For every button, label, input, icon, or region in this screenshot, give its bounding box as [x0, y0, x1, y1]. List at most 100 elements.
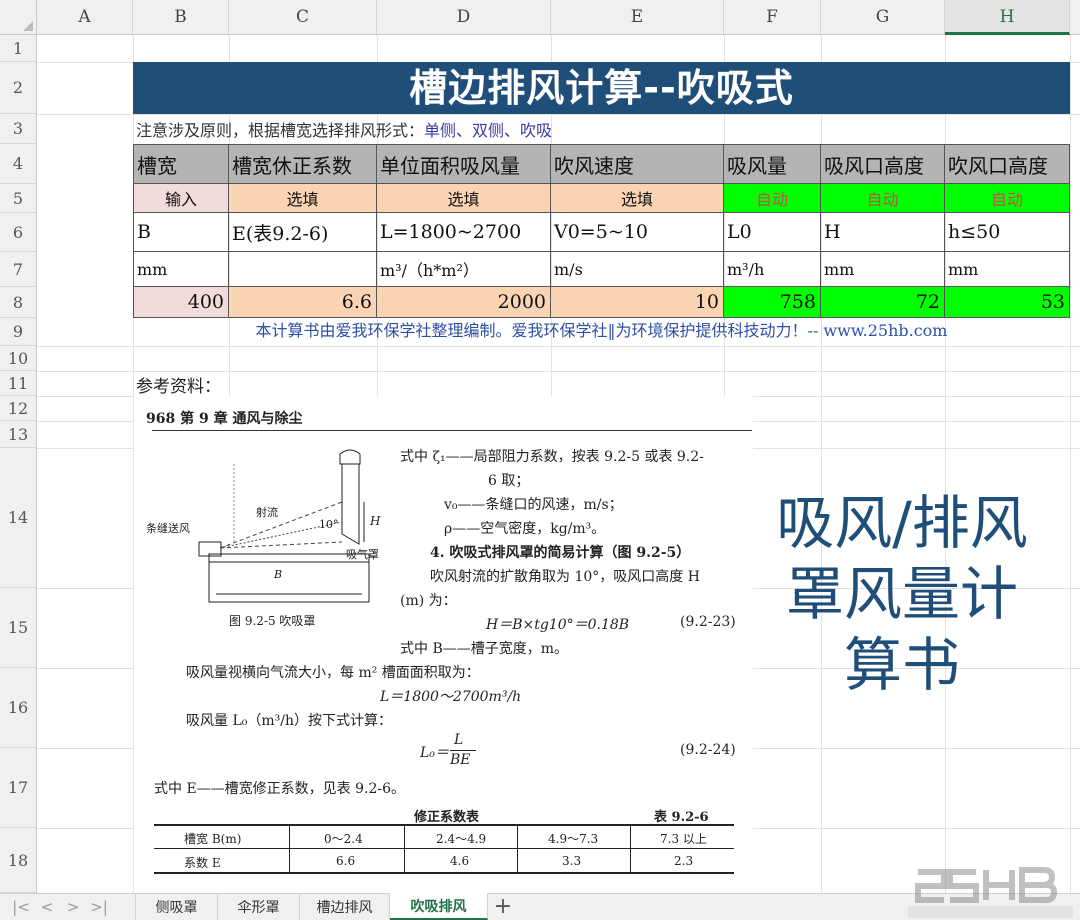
header-cell-suction-height[interactable]: 吸风口高度: [821, 145, 945, 184]
row-header-2[interactable]: 2: [0, 62, 37, 114]
column-header-b[interactable]: B: [133, 0, 229, 35]
value-cell-blow-speed[interactable]: 10: [551, 287, 724, 318]
row-header-17[interactable]: 17: [0, 748, 37, 828]
value-cell-suction-volume[interactable]: 758: [724, 287, 821, 318]
mode-cell-optional[interactable]: 选填: [377, 184, 551, 213]
ref-page-header: 968 第 9 章 通风与除尘: [146, 411, 303, 427]
add-sheet-icon[interactable]: +: [488, 893, 518, 920]
sheet-tab-umbrella-hood[interactable]: 伞形罩: [218, 893, 300, 920]
ref-table-cell: 7.3 以上: [660, 832, 707, 846]
gridline: [37, 346, 1080, 347]
row-header-3[interactable]: 3: [0, 114, 37, 144]
header-cell-unit-suction[interactable]: 单位面积吸风量: [377, 145, 551, 184]
reference-image[interactable]: 968 第 9 章 通风与除尘 条缝送风 射流 10° H 吸气罩 B 图 9.…: [133, 396, 753, 893]
row-header-1[interactable]: 1: [0, 35, 37, 62]
watermark-logo-icon: [908, 867, 1073, 918]
unit-cell[interactable]: mm: [821, 252, 945, 287]
symbol-cell[interactable]: V0=5~10: [551, 213, 724, 252]
last-sheet-icon[interactable]: >|: [88, 893, 110, 920]
ref-line: 式中 E——槽宽修正系数，见表 9.2-6。: [154, 781, 406, 797]
first-sheet-icon[interactable]: |<: [10, 893, 32, 920]
header-cell-suction-volume[interactable]: 吸风量: [724, 145, 821, 184]
mode-cell-optional[interactable]: 选填: [229, 184, 377, 213]
column-header-f[interactable]: F: [724, 0, 821, 35]
unit-cell[interactable]: mm: [945, 252, 1070, 287]
ref-table-rule: [630, 824, 631, 872]
header-cell-blow-height[interactable]: 吹风口高度: [945, 145, 1070, 184]
credit-line[interactable]: 本计算书由爱我环保学社整理编制。爱我环保学社‖为环境保护提供科技动力！-- ww…: [133, 318, 1070, 344]
row-header-5[interactable]: 5: [0, 184, 37, 213]
ref-equation-lhs: L₀＝: [420, 745, 449, 761]
unit-cell[interactable]: m³/（h*m²）: [377, 252, 551, 287]
value-cell-blow-height[interactable]: 53: [945, 287, 1070, 318]
row-header-14[interactable]: 14: [0, 448, 37, 588]
column-header-c[interactable]: C: [229, 0, 377, 35]
unit-cell[interactable]: m/s: [551, 252, 724, 287]
row-header-13[interactable]: 13: [0, 421, 37, 448]
ref-line: 4. 吹吸式排风罩的简易计算（图 9.2-5）: [430, 545, 691, 561]
row-header-11[interactable]: 11: [0, 371, 37, 396]
big-title-text[interactable]: 吸风/排风 罩风量计 算书: [752, 488, 1052, 701]
value-cell-suction-height[interactable]: 72: [821, 287, 945, 318]
value-cell-unit-suction[interactable]: 2000: [377, 287, 551, 318]
row-header-8[interactable]: 8: [0, 287, 37, 318]
column-header-e[interactable]: E: [551, 0, 724, 35]
mode-cell-auto[interactable]: 自动: [724, 184, 821, 213]
references-label[interactable]: 参考资料：: [136, 372, 221, 397]
column-header-d[interactable]: D: [377, 0, 551, 35]
sheet-tab-side-hood[interactable]: 侧吸罩: [135, 893, 218, 920]
note-options: 单侧、双侧、吹吸: [424, 121, 553, 140]
row-header-4[interactable]: 4: [0, 144, 37, 184]
sheet-tab-slot-exhaust[interactable]: 槽边排风: [300, 893, 390, 920]
header-cell-correction[interactable]: 槽宽休正系数: [229, 145, 377, 184]
mode-cell-auto[interactable]: 自动: [821, 184, 945, 213]
row-header-12[interactable]: 12: [0, 396, 37, 421]
symbol-cell[interactable]: h≤50: [945, 213, 1070, 252]
ref-header-rule: [152, 430, 752, 431]
symbol-cell[interactable]: L0: [724, 213, 821, 252]
ref-table-cell: 4.9～7.3: [548, 832, 599, 846]
row-header-10[interactable]: 10: [0, 346, 37, 371]
sheet-title[interactable]: 槽边排风计算--吹吸式: [133, 62, 1070, 114]
ref-table-cell: 0～2.4: [324, 832, 363, 846]
mode-cell-auto[interactable]: 自动: [945, 184, 1070, 213]
select-all-corner[interactable]: [0, 0, 37, 35]
ref-table-number: 表 9.2-6: [654, 810, 709, 825]
mode-cell-input[interactable]: 输入: [134, 184, 229, 213]
header-cell-blow-speed[interactable]: 吹风速度: [551, 145, 724, 184]
row-header-9[interactable]: 9: [0, 318, 37, 346]
row-header-7[interactable]: 7: [0, 252, 37, 287]
row-header-15[interactable]: 15: [0, 588, 37, 668]
column-header-g[interactable]: G: [821, 0, 945, 35]
fig-label-angle: 10°: [319, 518, 339, 531]
symbol-cell[interactable]: B: [134, 213, 229, 252]
unit-cell[interactable]: [229, 252, 377, 287]
fig-label-hood: 吸气罩: [346, 548, 379, 561]
header-cell-width[interactable]: 槽宽: [134, 145, 229, 184]
row-header-16[interactable]: 16: [0, 668, 37, 748]
symbol-cell[interactable]: H: [821, 213, 945, 252]
symbol-cell[interactable]: E(表9.2-6): [229, 213, 377, 252]
value-cell-width[interactable]: 400: [134, 287, 229, 318]
column-header-h[interactable]: H: [945, 0, 1070, 35]
ref-line: (m) 为：: [400, 593, 457, 609]
ref-equation: L＝1800～2700m³/h: [380, 689, 522, 705]
row-header-18[interactable]: 18: [0, 828, 37, 893]
ref-line: 6 取；: [488, 473, 530, 489]
unit-cell[interactable]: m³/h: [724, 252, 821, 287]
mode-cell-optional[interactable]: 选填: [551, 184, 724, 213]
prev-sheet-icon[interactable]: <: [36, 893, 58, 920]
big-title-line: 罩风量计: [785, 560, 1018, 628]
big-title-line: 算书: [843, 631, 960, 699]
value-cell-correction[interactable]: 6.6: [229, 287, 377, 318]
design-note[interactable]: 注意涉及原则，根据槽宽选择排风形式：单侧、双侧、吹吸: [136, 118, 552, 144]
row-header-6[interactable]: 6: [0, 213, 37, 252]
column-header-a[interactable]: A: [37, 0, 133, 35]
fig-caption: 图 9.2-5 吹吸罩: [229, 614, 316, 628]
unit-cell[interactable]: mm: [134, 252, 229, 287]
symbol-cell[interactable]: L=1800~2700: [377, 213, 551, 252]
next-sheet-icon[interactable]: >: [62, 893, 84, 920]
sheet-tab-push-pull[interactable]: 吹吸排风: [390, 893, 488, 920]
ref-table-cell: 槽宽 B(m): [184, 832, 242, 846]
ref-table-title: 修正系数表: [414, 810, 480, 825]
